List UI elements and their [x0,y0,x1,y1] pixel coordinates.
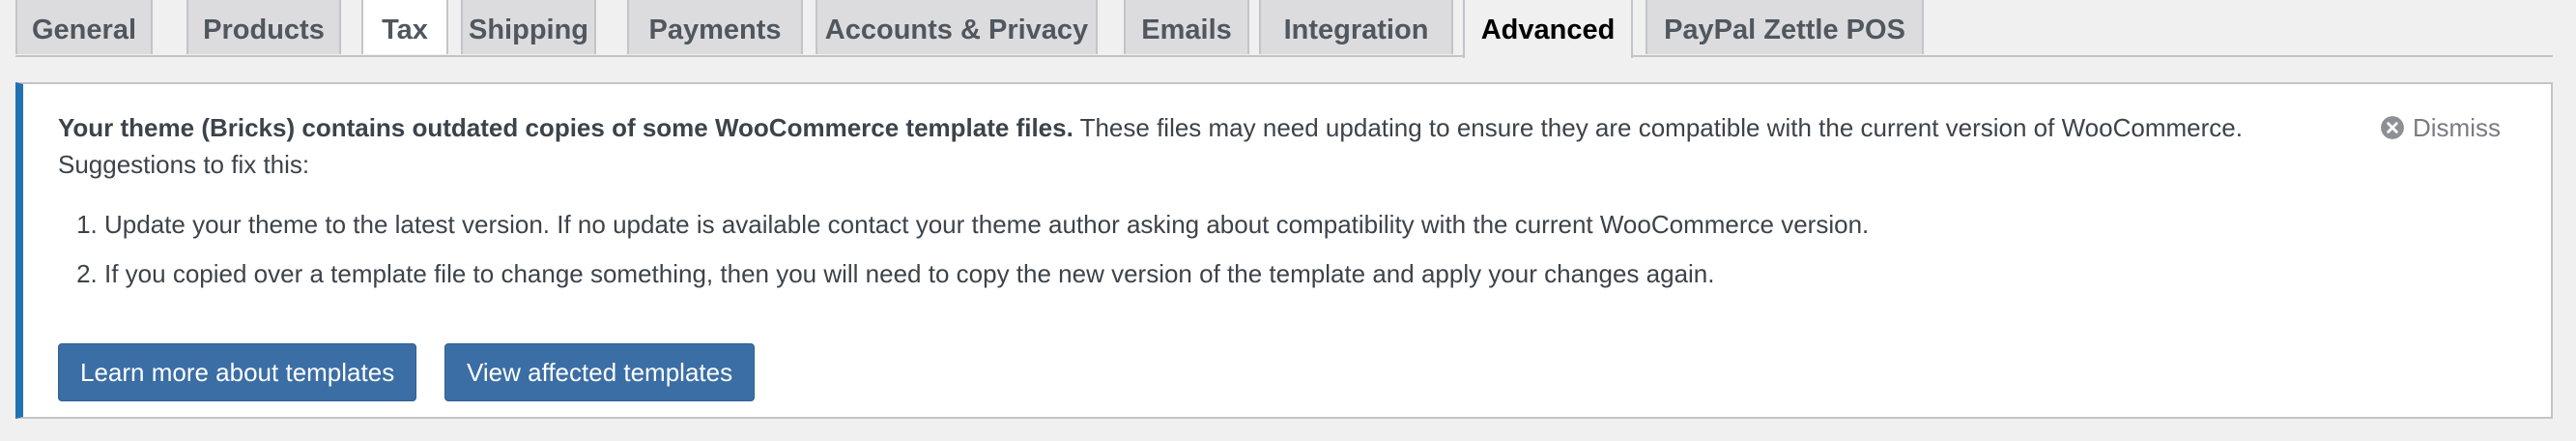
dismiss-button[interactable]: Dismiss [2380,109,2501,146]
suggestions-list: Update your theme to the latest version.… [58,206,1869,305]
learn-more-templates-button[interactable]: Learn more about templates [58,343,417,401]
tab-general[interactable]: General [15,0,153,54]
tab-emails[interactable]: Emails [1124,0,1249,54]
circle-x-icon [2380,115,2405,140]
outdated-templates-notice: Your theme (Bricks) contains outdated co… [15,82,2553,419]
tab-tax[interactable]: Tax [361,0,448,54]
tab-accounts-privacy[interactable]: Accounts & Privacy [816,0,1098,54]
dismiss-label: Dismiss [2413,112,2501,142]
tab-shipping[interactable]: Shipping [461,0,596,54]
notice-headline: Your theme (Bricks) contains outdated co… [58,113,1073,142]
list-item: If you copied over a template file to ch… [104,255,1869,292]
notice-message: Your theme (Bricks) contains outdated co… [58,109,2358,183]
tab-integration[interactable]: Integration [1259,0,1453,54]
settings-tabs: General Products Tax Shipping Payments A… [0,0,2576,58]
tab-paypal-zettle-pos[interactable]: PayPal Zettle POS [1646,0,1924,54]
tab-products[interactable]: Products [186,0,341,54]
tab-advanced[interactable]: Advanced [1463,0,1633,58]
list-item: Update your theme to the latest version.… [104,206,1869,243]
tab-payments[interactable]: Payments [627,0,803,54]
view-affected-templates-button[interactable]: View affected templates [444,343,756,401]
